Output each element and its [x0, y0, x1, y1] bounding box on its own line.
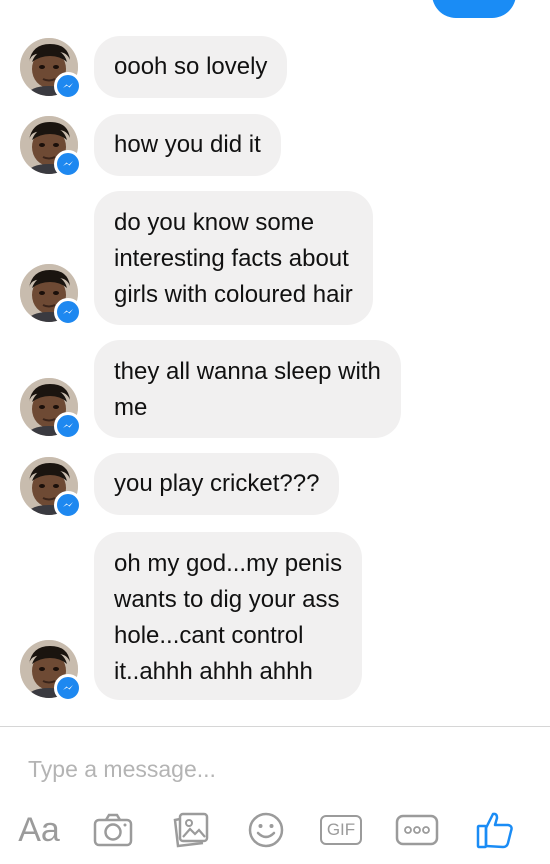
message-row: oh my god...my penis wants to dig your a…: [0, 532, 550, 702]
message-text: you play cricket???: [114, 470, 320, 497]
more-button[interactable]: [392, 805, 442, 855]
text-style-label: Aa: [18, 810, 60, 849]
message-text: they all wanna sleep with me: [114, 358, 381, 421]
avatar[interactable]: [20, 38, 82, 100]
messenger-chat-screen: oooh so lovely how you did it do you kno…: [0, 0, 550, 864]
messenger-badge-icon: [54, 72, 82, 100]
message-input[interactable]: [28, 751, 518, 787]
like-button[interactable]: [470, 805, 520, 855]
avatar[interactable]: [20, 264, 82, 326]
message-text: oooh so lovely: [114, 53, 268, 80]
message-text: how you did it: [114, 131, 261, 158]
avatar[interactable]: [20, 378, 82, 440]
messenger-badge-icon: [54, 412, 82, 440]
message-row: oooh so lovely: [0, 36, 550, 100]
gif-icon: GIF: [320, 815, 362, 845]
avatar[interactable]: [20, 116, 82, 178]
message-row: how you did it: [0, 114, 550, 178]
emoji-icon: [248, 812, 284, 848]
text-style-button[interactable]: Aa: [14, 805, 64, 855]
message-row: they all wanna sleep with me: [0, 340, 550, 440]
camera-icon: [93, 813, 133, 847]
gif-button[interactable]: GIF: [316, 805, 366, 855]
messenger-badge-icon: [54, 674, 82, 702]
sent-message-bubble-partial[interactable]: [432, 0, 516, 18]
message-bubble[interactable]: you play cricket???: [94, 453, 340, 515]
message-bubble[interactable]: oh my god...my penis wants to dig your a…: [94, 532, 363, 700]
message-bubble[interactable]: oooh so lovely: [94, 36, 288, 98]
message-text: do you know some interesting facts about…: [114, 209, 353, 308]
emoji-button[interactable]: [244, 805, 288, 855]
camera-button[interactable]: [90, 805, 136, 855]
message-row: you play cricket???: [0, 453, 550, 519]
avatar[interactable]: [20, 457, 82, 519]
gallery-button[interactable]: [168, 805, 214, 855]
messenger-badge-icon: [54, 150, 82, 178]
messenger-badge-icon: [54, 298, 82, 326]
message-bubble[interactable]: they all wanna sleep with me: [94, 340, 401, 438]
gif-label: GIF: [326, 820, 356, 839]
message-bubble[interactable]: do you know some interesting facts about…: [94, 191, 373, 325]
like-icon: [476, 812, 513, 849]
composer-toolbar: Aa GIF: [0, 805, 550, 855]
messenger-badge-icon: [54, 491, 82, 519]
message-composer: Aa: [0, 727, 550, 864]
message-bubble[interactable]: how you did it: [94, 114, 281, 176]
avatar[interactable]: [20, 640, 82, 702]
message-text: oh my god...my penis wants to dig your a…: [114, 550, 343, 685]
message-row: do you know some interesting facts about…: [0, 191, 550, 326]
gallery-icon: [173, 812, 209, 848]
more-icon: [395, 814, 439, 846]
